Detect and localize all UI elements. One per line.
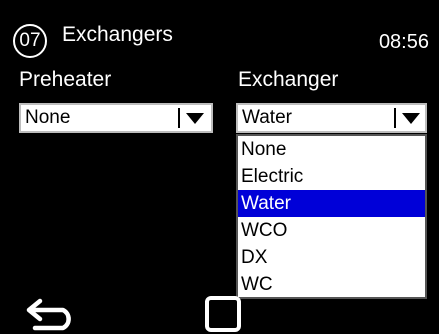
exchanger-dropdown-list: None Electric Water WCO DX WC bbox=[236, 134, 427, 299]
exchanger-select-value: Water bbox=[242, 107, 292, 128]
screen-title: Exchangers bbox=[62, 23, 173, 46]
combo-divider bbox=[394, 108, 396, 128]
clock: 08:56 bbox=[378, 31, 429, 53]
preheater-select[interactable]: None bbox=[19, 103, 213, 133]
screen-number: 07 bbox=[19, 30, 41, 51]
square-home-icon[interactable] bbox=[205, 296, 241, 332]
dropdown-option-water[interactable]: Water bbox=[238, 190, 425, 217]
triangle-down-icon bbox=[402, 113, 420, 124]
dropdown-option-dx[interactable]: DX bbox=[238, 244, 425, 271]
exchanger-label: Exchanger bbox=[238, 68, 339, 91]
back-arrow-icon[interactable] bbox=[25, 297, 77, 331]
screen-number-badge: 07 bbox=[13, 24, 47, 58]
dropdown-option-wco[interactable]: WCO bbox=[238, 217, 425, 244]
dropdown-option-none[interactable]: None bbox=[238, 136, 425, 163]
preheater-select-value: None bbox=[25, 107, 71, 128]
dropdown-option-electric[interactable]: Electric bbox=[238, 163, 425, 190]
dropdown-option-wc[interactable]: WC bbox=[238, 271, 425, 297]
preheater-label: Preheater bbox=[19, 68, 112, 91]
exchanger-select[interactable]: Water bbox=[236, 103, 427, 133]
triangle-down-icon bbox=[186, 113, 204, 124]
combo-divider bbox=[178, 108, 180, 128]
